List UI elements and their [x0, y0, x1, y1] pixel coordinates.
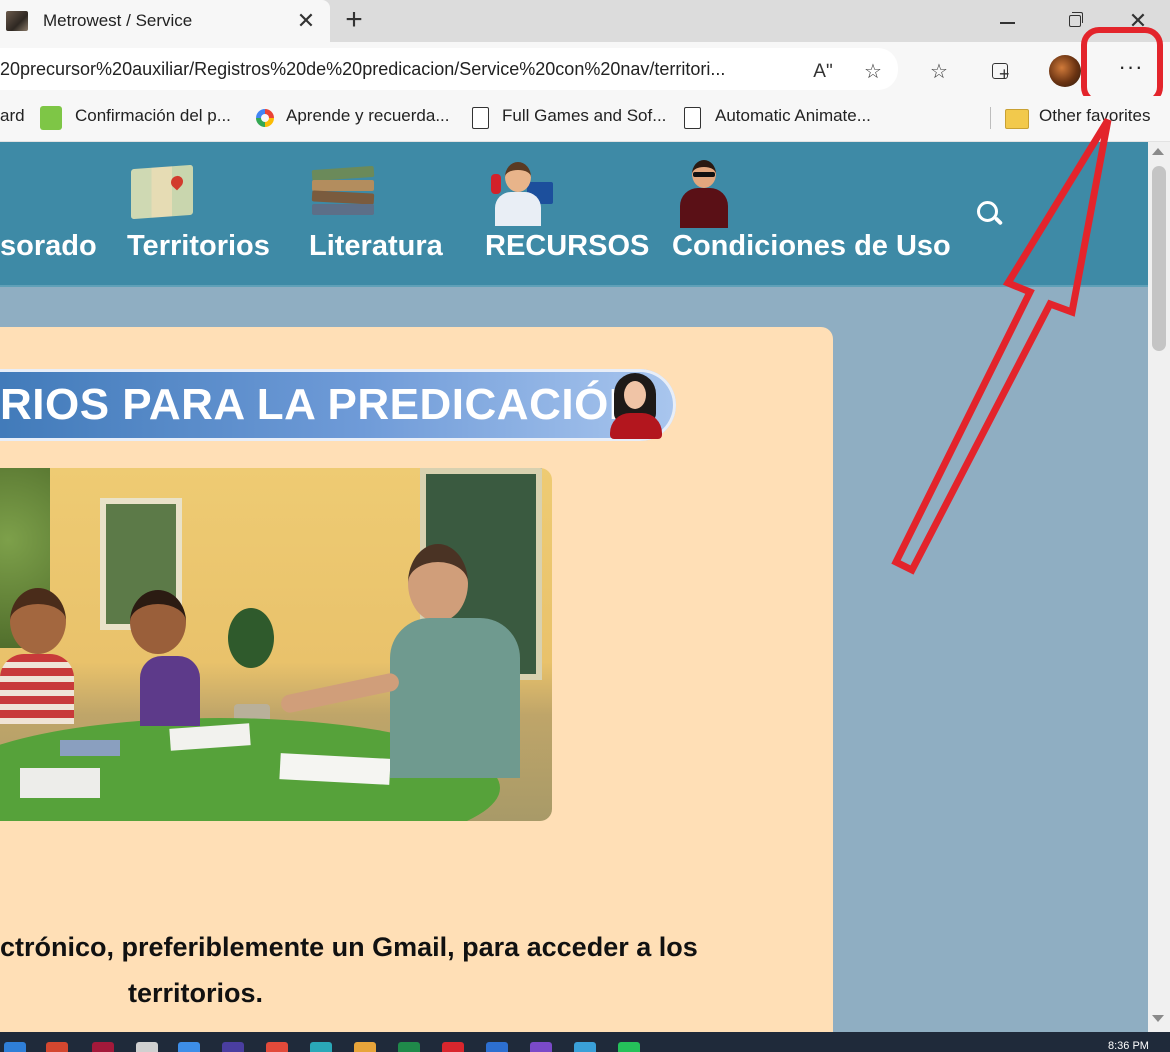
- minimize-button[interactable]: [990, 6, 1026, 36]
- new-tab-button[interactable]: +: [338, 4, 370, 36]
- read-aloud-icon[interactable]: Aʺ: [806, 55, 840, 89]
- nav-item-literatura[interactable]: Literatura: [309, 230, 443, 263]
- taskbar-app-icon[interactable]: [530, 1042, 552, 1052]
- bookmark-item-label[interactable]: Aprende y recuerda...: [286, 106, 449, 126]
- google-icon: [256, 109, 274, 127]
- tab-close-button[interactable]: ✕: [292, 6, 320, 36]
- collections-icon[interactable]: [984, 55, 1018, 89]
- taskbar-app-icon[interactable]: [136, 1042, 158, 1052]
- taskbar-app-icon[interactable]: [178, 1042, 200, 1052]
- scroll-down-arrow-icon[interactable]: [1152, 1015, 1164, 1022]
- taskbar-app-icon[interactable]: [266, 1042, 288, 1052]
- add-favorite-star-icon[interactable]: ☆: [856, 55, 890, 89]
- nav-item-sorado[interactable]: sorado: [0, 230, 97, 263]
- taskbar-app-icon[interactable]: [310, 1042, 332, 1052]
- woman-avatar-icon: [610, 371, 662, 439]
- bookmark-item-label[interactable]: Full Games and Sof...: [502, 106, 666, 126]
- profile-avatar[interactable]: [1049, 55, 1081, 87]
- bookmark-green-icon: [40, 106, 62, 130]
- guard-person-icon[interactable]: [680, 158, 728, 228]
- instruction-text-line2: territorios.: [128, 978, 264, 1008]
- tab-title: Metrowest / Service: [43, 11, 193, 30]
- taskbar-app-icon[interactable]: [92, 1042, 114, 1052]
- taskbar-app-icon[interactable]: [46, 1042, 68, 1052]
- taskbar-app-icon[interactable]: [398, 1042, 420, 1052]
- annotation-highlight-box: [1081, 27, 1163, 105]
- illustration-image: [0, 468, 552, 821]
- tab-favicon-icon: [6, 11, 28, 31]
- taskbar-app-icon[interactable]: [354, 1042, 376, 1052]
- taskbar-app-icon[interactable]: [222, 1042, 244, 1052]
- annotation-arrow: [891, 118, 1112, 575]
- map-icon[interactable]: [131, 164, 193, 220]
- taskbar-app-icon[interactable]: [618, 1042, 640, 1052]
- document-icon: [684, 107, 701, 129]
- bookmark-item-label[interactable]: ard: [0, 106, 25, 126]
- url-text[interactable]: 20precursor%20auxiliar/Registros%20de%20…: [0, 59, 790, 80]
- document-icon: [472, 107, 489, 129]
- section-banner-title: RIOS PARA LA PREDICACIÓN: [0, 380, 642, 429]
- support-person-icon[interactable]: [489, 160, 553, 226]
- books-icon[interactable]: [311, 164, 375, 222]
- taskbar-clock: 8:36 PM: [1108, 1040, 1149, 1052]
- scroll-up-arrow-icon[interactable]: [1152, 148, 1164, 155]
- nav-item-territorios[interactable]: Territorios: [127, 230, 270, 263]
- taskbar-app-icon[interactable]: [486, 1042, 508, 1052]
- nav-item-recursos[interactable]: RECURSOS: [485, 230, 649, 263]
- favorites-star-icon[interactable]: ☆: [922, 55, 956, 89]
- instruction-text-line1: ctrónico, preferiblemente un Gmail, para…: [0, 932, 698, 962]
- bookmark-item-label[interactable]: Automatic Animate...: [715, 106, 871, 126]
- taskbar-app-icon[interactable]: [442, 1042, 464, 1052]
- scrollbar-thumb[interactable]: [1152, 166, 1166, 351]
- taskbar-app-icon[interactable]: [4, 1042, 26, 1052]
- taskbar-app-icon[interactable]: [574, 1042, 596, 1052]
- bookmark-item-label[interactable]: Confirmación del p...: [75, 106, 231, 126]
